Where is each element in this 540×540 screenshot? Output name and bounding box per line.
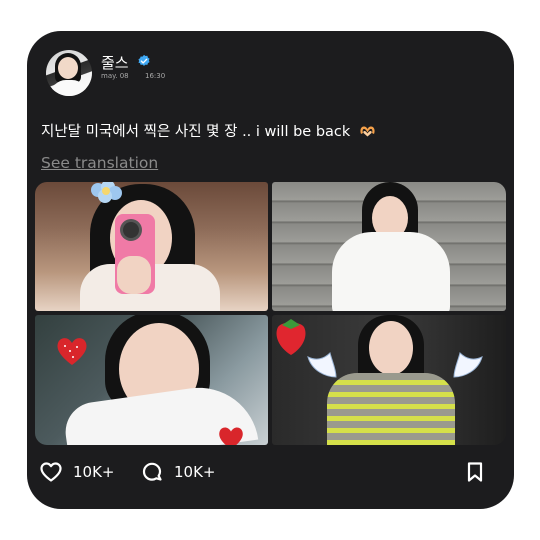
heart-sticker-icon <box>57 338 87 365</box>
wing-sticker-icon <box>307 352 337 378</box>
caption-text: 지난달 미국에서 찍은 사진 몇 장 .. i will be back <box>41 124 351 140</box>
post-actions-bar: 10K+ 10K+ <box>27 451 514 495</box>
comment-bubble-icon[interactable] <box>140 460 164 484</box>
post-date: may. 08 <box>101 72 129 80</box>
photo-closeup-selfie[interactable] <box>35 315 268 445</box>
bookmark-icon[interactable] <box>463 460 487 484</box>
photo-grid <box>35 182 506 445</box>
post-time: 16:30 <box>145 72 166 80</box>
username[interactable]: 줄스 <box>101 52 129 73</box>
photo-striped-sweater[interactable] <box>272 315 506 445</box>
photo-mirror-selfie[interactable] <box>35 182 268 311</box>
strawberry-sticker-icon <box>276 319 306 355</box>
heart-hands-emoji <box>360 126 375 137</box>
heart-icon[interactable] <box>39 460 63 484</box>
flower-sticker-icon <box>91 182 122 203</box>
see-translation-link[interactable]: See translation <box>41 154 158 172</box>
like-count: 10K+ <box>73 463 115 481</box>
heart-sticker-icon <box>219 427 243 445</box>
avatar[interactable] <box>46 50 92 96</box>
verified-badge-icon <box>138 54 150 66</box>
wing-sticker-icon <box>453 352 483 378</box>
post-caption: 지난달 미국에서 찍은 사진 몇 장 .. i will be back <box>41 120 376 141</box>
post-card: 줄스 may. 08 16:30 지난달 미국에서 찍은 사진 몇 장 .. i… <box>27 31 514 509</box>
photo-stairs-white-dress[interactable] <box>272 182 506 311</box>
comment-count: 10K+ <box>174 463 216 481</box>
